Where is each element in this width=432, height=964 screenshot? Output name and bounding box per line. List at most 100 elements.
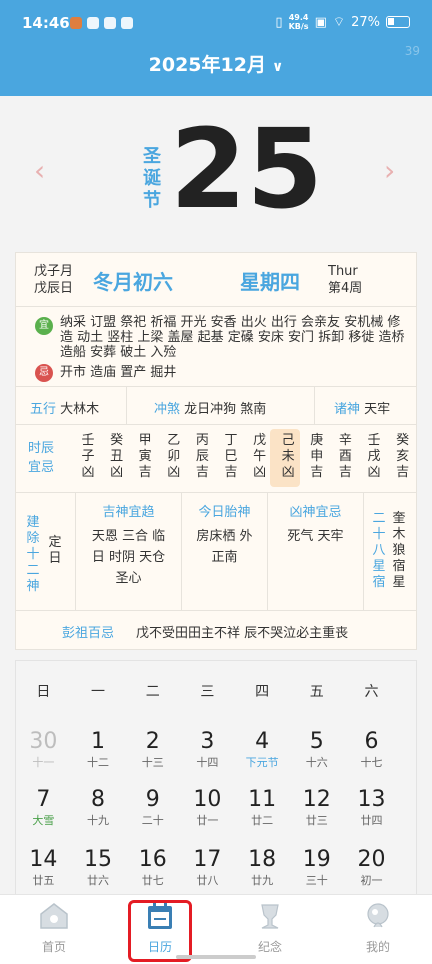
calendar-week-row: 7 大雪 8 十九 9 二十 10 廿一 11 廿二 12 廿三 13 廿四 (16, 787, 418, 828)
hour-luck: 凶 (110, 465, 124, 480)
calendar-day[interactable]: 3 十四 (180, 729, 235, 770)
calendar-day[interactable]: 5 十六 (289, 729, 344, 770)
calendar-day[interactable]: 18 廿九 (235, 847, 290, 888)
jianchu-label: 建除十二神 (26, 515, 40, 594)
hour-luck: 凶 (253, 465, 267, 480)
hour-cell[interactable]: 戊午凶 (250, 433, 270, 481)
hour-cell[interactable]: 甲寅吉 (135, 433, 155, 481)
calendar-day[interactable]: 19 三十 (289, 847, 344, 888)
day-lunar: 十九 (87, 814, 110, 827)
hour-char: 丑 (110, 449, 124, 464)
vibrate-icon: ▯ (275, 14, 283, 30)
hour-char: 亥 (396, 449, 410, 464)
month-selector[interactable]: 2025年12月 ∨ (0, 50, 432, 77)
day-number: 19 (302, 847, 331, 872)
xiu-label: 二十八星宿 (372, 511, 386, 590)
calendar-day[interactable]: 9 二十 (125, 787, 180, 828)
day-lunar: 三十 (305, 874, 328, 887)
tab-home[interactable]: 首页 (24, 901, 84, 955)
calendar-day[interactable]: 8 十九 (71, 787, 126, 828)
day-number: 9 (145, 787, 160, 812)
day-number: 5 (309, 729, 324, 754)
battery-percent: 27% (351, 14, 380, 30)
hours-title: 时辰宜忌 (28, 441, 55, 475)
date-info-row: 戊子月 戊辰日 冬月初六 星期四 Thur 第4周 (16, 253, 416, 307)
divider (314, 387, 315, 425)
lunar-date: 冬月初六 (93, 270, 173, 294)
hour-char: 癸 (110, 433, 124, 448)
tab-memorial[interactable]: 纪念 (240, 901, 300, 955)
day-lunar: 廿九 (251, 874, 274, 887)
calendar-day[interactable]: 15 廿六 (71, 847, 126, 888)
calendar-day[interactable]: 16 廿七 (125, 847, 180, 888)
hour-cell[interactable]: 己未凶 (278, 433, 298, 481)
calendar-day[interactable]: 20 初一 (344, 847, 399, 888)
hour-cell[interactable]: 壬子凶 (78, 433, 98, 481)
day-number: 15 (84, 847, 113, 872)
pengzu-row: 彭祖百忌 戊不受田田主不祥 辰不哭泣必主重丧 (16, 611, 416, 649)
hour-char: 辰 (195, 449, 209, 464)
day-number: 30 (29, 729, 58, 754)
hour-char: 卯 (167, 449, 181, 464)
hour-cell[interactable]: 乙卯凶 (164, 433, 184, 481)
weekday-label: 六 (364, 684, 379, 700)
app-notification-icon (104, 17, 116, 29)
hour-char: 己 (281, 433, 295, 448)
calendar-day[interactable]: 12 廿三 (289, 787, 344, 828)
next-day-arrow-icon[interactable]: › (384, 157, 398, 185)
calendar-day[interactable]: 7 大雪 (16, 787, 71, 828)
hour-char: 戌 (367, 449, 381, 464)
ganzhi-day: 戊辰日 (34, 281, 74, 296)
hour-char: 甲 (138, 433, 152, 448)
day-lunar: 大雪 (32, 814, 55, 827)
net-speed-value: 49.4 (288, 13, 309, 22)
xiongshen-label: 凶神宜忌 (289, 505, 342, 520)
calendar-day[interactable]: 30 十一 (16, 729, 71, 770)
hours-row[interactable]: 时辰宜忌 壬子凶癸丑凶甲寅吉乙卯凶丙辰吉丁巳吉戊午凶己未凶庚申吉辛酉吉壬戌凶癸亥… (16, 425, 416, 493)
hour-cell[interactable]: 丙辰吉 (192, 433, 212, 481)
calendar-day[interactable]: 10 廿一 (180, 787, 235, 828)
calendar-day[interactable]: 4 下元节 (235, 729, 290, 770)
hour-cell[interactable]: 庚申吉 (307, 433, 327, 481)
chongsha-label: 冲煞 (154, 402, 181, 417)
app-notification-icon (87, 17, 99, 29)
hour-luck: 吉 (396, 465, 410, 480)
big-day-number: 25 (170, 105, 324, 233)
calendar-day[interactable]: 13 廿四 (344, 787, 399, 828)
prev-day-arrow-icon[interactable]: ‹ (34, 157, 48, 185)
hour-cell[interactable]: 辛酉吉 (335, 433, 355, 481)
hour-char: 癸 (396, 433, 410, 448)
calendar-day[interactable]: 11 廿二 (235, 787, 290, 828)
hour-char: 午 (253, 449, 267, 464)
hour-cell[interactable]: 癸丑凶 (107, 433, 127, 481)
calendar-day[interactable]: 6 十七 (344, 729, 399, 770)
yiji-row[interactable]: 宜 纳采 订盟 祭祀 祈福 开光 安香 出火 出行 会亲友 安机械 修造 动土 … (16, 307, 416, 387)
hour-char: 辛 (338, 433, 352, 448)
ji-text: 开市 造庙 置产 掘井 (60, 365, 177, 380)
calendar-day[interactable]: 1 十二 (71, 729, 126, 770)
weekday-label: 四 (255, 684, 270, 700)
tab-profile-label: 我的 (365, 940, 390, 954)
calendar-day[interactable]: 17 廿八 (180, 847, 235, 888)
status-right: ▯ 49.4 KB/s ▣ ⌔ 27% (275, 13, 410, 31)
tab-profile[interactable]: 我的 (348, 901, 408, 955)
day-lunar: 下元节 (245, 756, 279, 769)
month-calendar: 日 一 二 三 四 五 六 30 十一 1 十二 2 十三 3 十四 4 下元节 5 十六 6 十七 7 大雪 8 十九 9 二十… (15, 660, 417, 900)
app-notification-icon (70, 17, 82, 29)
hour-cell[interactable]: 壬戌凶 (364, 433, 384, 481)
hour-luck: 吉 (138, 465, 152, 480)
xiu-value: 奎木狼宿星 (392, 511, 406, 590)
calendar-day[interactable]: 2 十三 (125, 729, 180, 770)
calendar-day[interactable]: 14 廿五 (16, 847, 71, 888)
pengzu-label: 彭祖百忌 (62, 626, 115, 641)
eng-day: Thur (328, 264, 358, 279)
gods-row[interactable]: 建除十二神 定日 吉神宜趋 天恩 三合 临日 时阴 天仓 圣心 今日胎神 房床栖… (16, 493, 416, 611)
jianchu-value: 定日 (48, 535, 62, 566)
day-number: 8 (91, 787, 106, 812)
hour-cell[interactable]: 丁巳吉 (221, 433, 241, 481)
day-number: 18 (248, 847, 277, 872)
day-lunar: 十四 (196, 756, 219, 769)
hour-cell[interactable]: 癸亥吉 (393, 433, 413, 481)
day-number: 2 (145, 729, 160, 754)
jishen-label: 吉神宜趋 (102, 505, 155, 520)
